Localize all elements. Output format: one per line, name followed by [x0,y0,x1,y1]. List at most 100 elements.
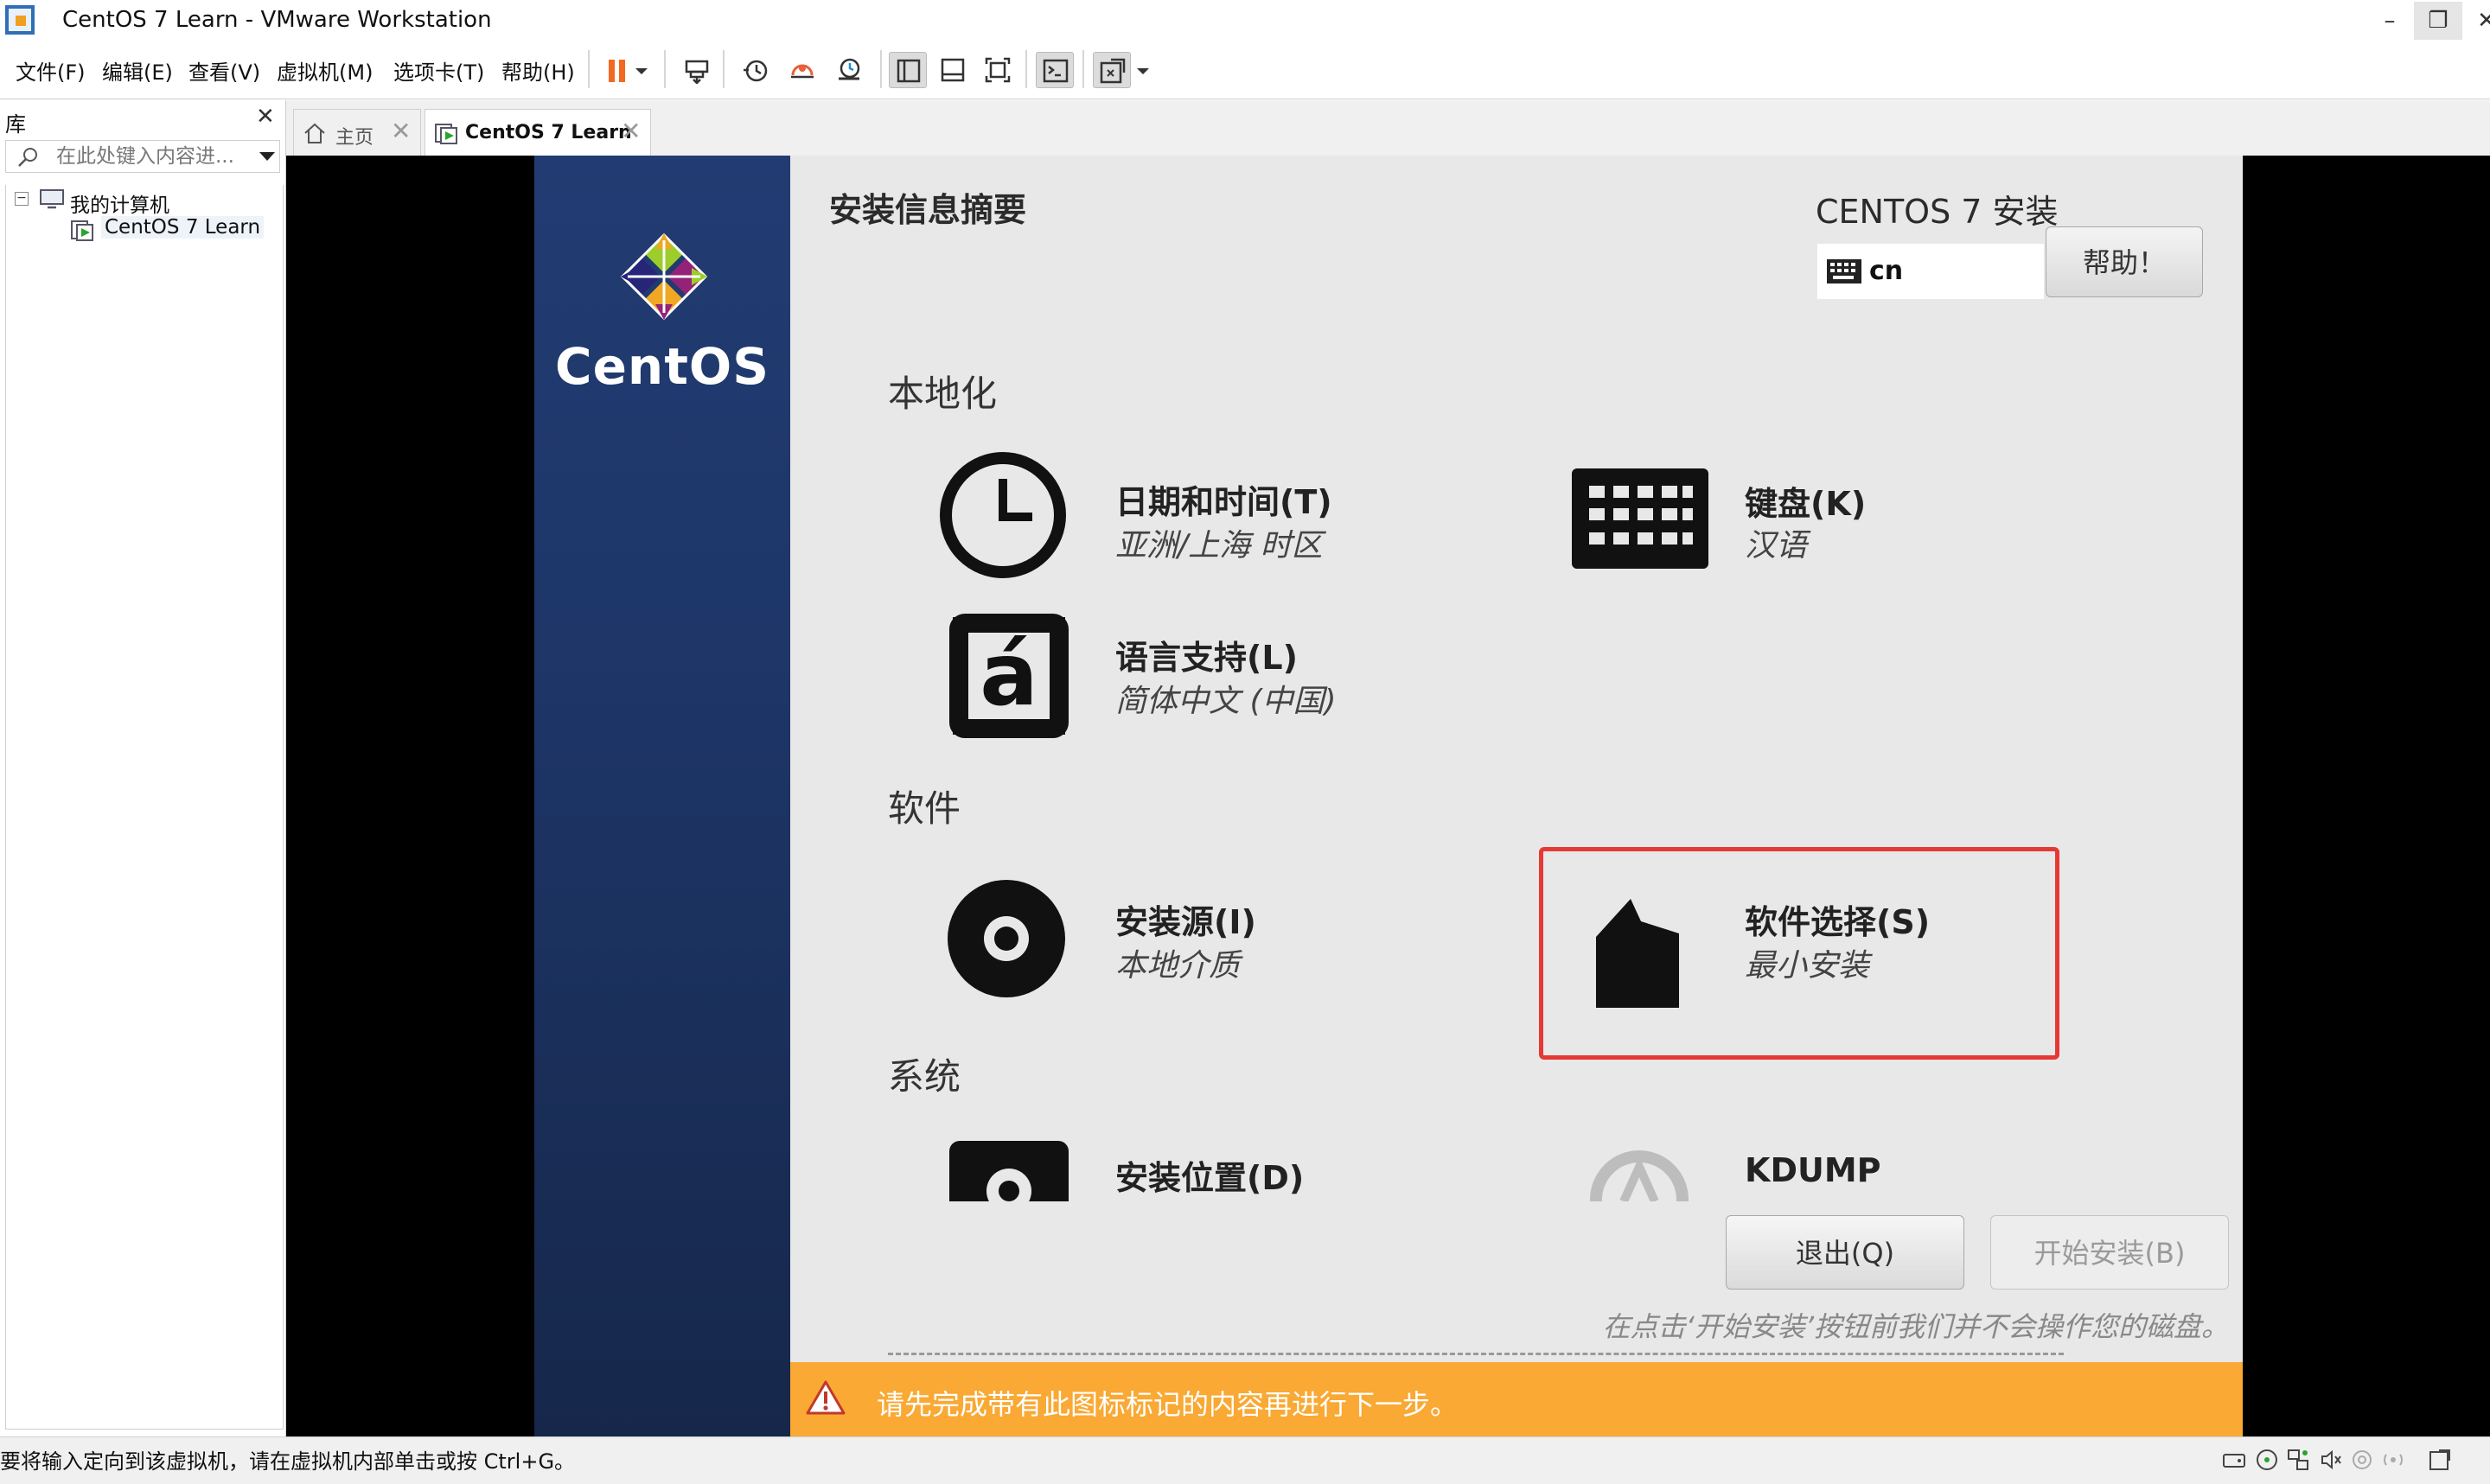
installer-summary: 安装信息摘要 CENTOS 7 安装 cn 帮助！ 本地化 日期和时间(T) 亚… [790,156,2243,1436]
spoke-install-source-status: 本地介质 [1115,948,1241,984]
hard-disk-icon[interactable] [2222,1448,2246,1472]
warning-icon [806,1380,846,1415]
toolbar-separator [1025,50,1027,88]
close-window-button[interactable]: ✕ [2462,2,2490,40]
spoke-keyboard[interactable]: 键盘(K) 汉语 [1570,467,2089,579]
menu-edit[interactable]: 编辑(E) [102,55,173,86]
tab-centos-label: CentOS 7 Learn [465,122,632,143]
centos-logo-icon [620,232,708,321]
tab-home-label: 主页 [335,127,374,149]
menu-view[interactable]: 查看(V) [188,55,260,86]
library-view-icon[interactable] [889,52,927,88]
tree-collapse-toggle[interactable]: − [15,192,29,206]
snapshot-revert-icon[interactable] [783,52,821,88]
search-icon [18,148,37,167]
tab-centos-close-icon[interactable]: ✕ [621,117,641,145]
kdump-icon [1590,1150,1689,1201]
library-search-box[interactable] [5,140,280,173]
tab-home-close-icon[interactable]: ✕ [391,117,411,145]
toolbar-separator [723,50,725,88]
library-title: 库 [5,112,26,137]
restore-button[interactable]: ❐ [2414,2,2462,40]
tab-centos[interactable]: CentOS 7 Learn ✕ [425,109,651,156]
menu-file[interactable]: 文件(F) [16,55,86,86]
content-divider [888,1353,2064,1355]
quit-button[interactable]: 退出(Q) [1726,1215,1964,1290]
product-title: CENTOS 7 安装 [1816,193,2059,231]
begin-installation-button[interactable]: 开始安装(B) [1990,1215,2229,1290]
toolbar-separator [664,50,666,88]
software-selection-highlight [1539,847,2059,1060]
warning-message: 请先完成带有此图标标记的内容再进行下一步。 [877,1388,1459,1421]
window-title: CentOS 7 Learn - VMware Workstation [62,7,492,33]
category-localization: 本地化 [888,373,998,415]
tree-item-centos[interactable]: CentOS 7 Learn [101,216,265,239]
usb-icon[interactable] [2350,1448,2374,1472]
spoke-datetime-status: 亚洲/上海 时区 [1115,528,1323,564]
fullscreen-icon[interactable] [979,52,1017,88]
spoke-language[interactable]: á 语言支持(L) 简体中文 (中国) [946,612,1551,740]
installer-sidebar: CentOS [534,156,790,1436]
tab-home[interactable]: 主页 ✕ [293,109,421,156]
keyboard-layout-icon [1827,259,1861,283]
pause-dropdown-icon[interactable] [631,52,654,88]
stretch-dropdown-icon[interactable] [1133,52,1155,88]
clock-icon [940,452,1066,578]
spoke-install-source-title: 安装源(I) [1115,903,1256,941]
centos-brand-text: CentOS [555,337,769,396]
title-bar: CentOS 7 Learn - VMware Workstation – ❐ … [0,0,2490,40]
status-message: 要将输入定向到该虚拟机，请在虚拟机内部单击或按 Ctrl+G。 [0,1449,576,1474]
status-bar: 要将输入定向到该虚拟机，请在虚拟机内部单击或按 Ctrl+G。 [0,1436,2490,1484]
network-icon[interactable] [2286,1448,2310,1472]
spoke-keyboard-status: 汉语 [1745,528,1808,564]
spoke-install-destination-title: 安装位置(D) [1115,1159,1305,1197]
minimize-button[interactable]: – [2366,2,2414,40]
spoke-language-title: 语言支持(L) [1115,639,1298,677]
warning-bar: 请先完成带有此图标标记的内容再进行下一步。 [790,1362,2243,1436]
keyboard-icon [1572,468,1708,569]
keyboard-layout-code: cn [1869,256,1904,286]
library-close-button[interactable]: ✕ [256,104,275,130]
cd-rom-icon[interactable] [2255,1448,2279,1472]
spoke-kdump-title: KDUMP [1745,1151,1881,1189]
help-button[interactable]: 帮助！ [2046,226,2203,297]
sound-icon[interactable] [2319,1448,2343,1472]
tree-item-my-computer[interactable]: 我的计算机 [70,188,169,218]
library-search-input[interactable] [56,143,246,170]
category-system: 系统 [888,1055,961,1098]
category-software: 软件 [888,787,961,830]
library-tree: − 我的计算机 CentOS 7 Learn [5,185,284,1430]
stretch-icon[interactable] [1093,52,1131,88]
snapshot-take-icon[interactable] [737,52,775,88]
console-icon[interactable] [1036,52,1074,88]
send-ctrl-alt-del-icon[interactable] [678,52,716,88]
disk-notice: 在点击‘开始安装’按钮前我们并不会操作您的磁盘。 [1602,1310,2229,1343]
snapshot-manager-icon[interactable] [830,52,868,88]
menu-vm[interactable]: 虚拟机(M) [277,55,373,86]
spoke-keyboard-title: 键盘(K) [1745,485,1867,523]
home-icon [304,123,325,143]
menu-bar: 文件(F) 编辑(E) 查看(V) 虚拟机(M) 选项卡(T) 帮助(H) [0,40,2490,99]
keyboard-layout-indicator[interactable]: cn [1817,244,2044,299]
vm-running-icon [71,220,93,241]
message-icon[interactable] [2381,1448,2405,1472]
vmware-logo-icon [5,5,35,35]
spoke-datetime-title: 日期和时间(T) [1115,483,1332,521]
spoke-install-destination[interactable]: 安装位置(D) [946,1137,1551,1201]
language-glyph: á [980,624,1038,725]
vm-running-icon [435,124,457,144]
toolbar-separator [880,50,882,88]
spoke-kdump[interactable]: KDUMP [1589,1148,2073,1201]
computer-icon [40,189,64,209]
thumbnail-view-icon[interactable] [934,52,972,88]
stretch-icon[interactable] [2428,1448,2452,1472]
spoke-datetime[interactable]: 日期和时间(T) 亚洲/上海 时区 [937,449,1542,579]
hub-title: 安装信息摘要 [829,191,1027,229]
spoke-install-source[interactable]: 安装源(I) 本地介质 [946,878,1551,999]
menu-help[interactable]: 帮助(H) [501,55,575,86]
menu-tabs[interactable]: 选项卡(T) [393,55,484,86]
toolbar-separator [1082,50,1084,88]
search-dropdown-icon[interactable] [259,150,276,163]
spoke-language-status: 简体中文 (中国) [1115,684,1337,719]
library-panel: 库 ✕ − 我的计算机 CentOS 7 Learn [0,100,286,1436]
